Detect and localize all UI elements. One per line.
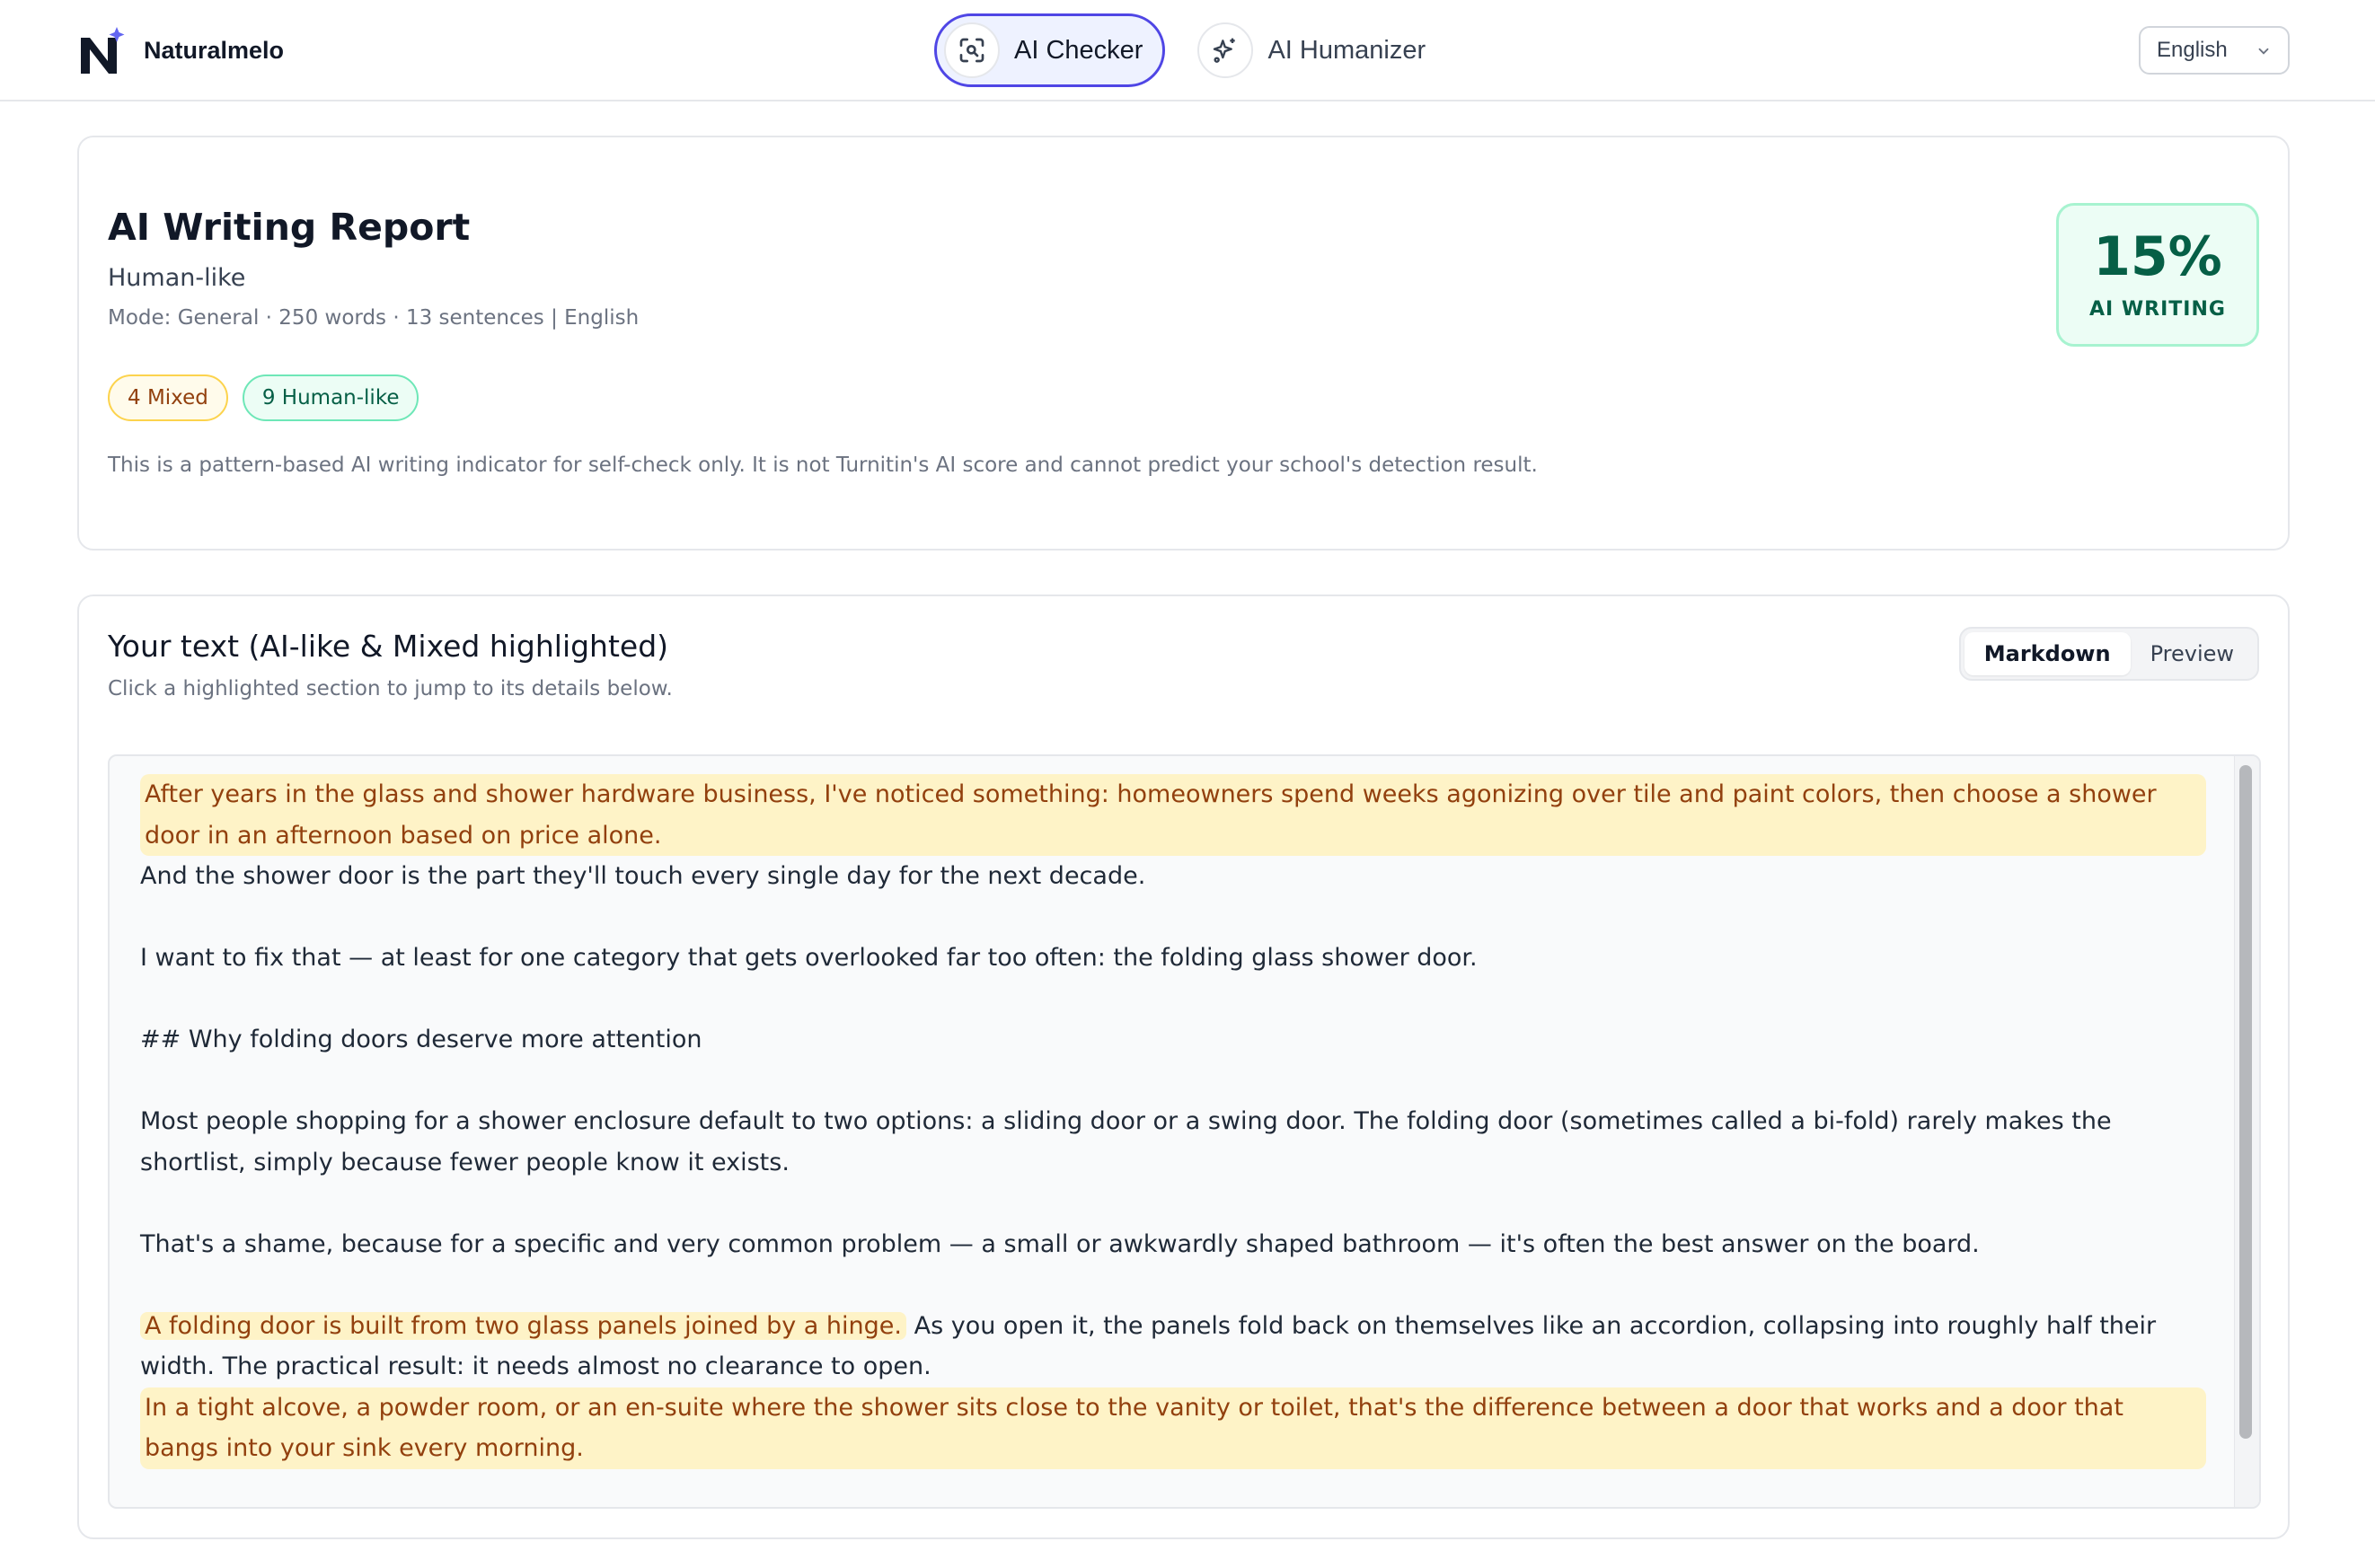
text-card: Your text (AI-like & Mixed highlighted) … bbox=[77, 595, 2290, 1539]
text-paragraph: Most people shopping for a shower enclos… bbox=[140, 1107, 2112, 1176]
markdown-heading: ## Why folding doors deserve more attent… bbox=[140, 1026, 702, 1053]
ai-score-value: 15% bbox=[2093, 225, 2222, 288]
nav-ai-humanizer-label: AI Humanizer bbox=[1267, 35, 1426, 65]
report-title: AI Writing Report bbox=[108, 206, 471, 249]
language-select[interactable]: English bbox=[2139, 26, 2290, 75]
text-section-subtitle: Click a highlighted section to jump to i… bbox=[108, 677, 673, 700]
brand[interactable]: Naturalmelo bbox=[79, 25, 284, 75]
scrollbar-thumb[interactable] bbox=[2239, 765, 2252, 1439]
report-card: AI Writing Report Human-like Mode: Gener… bbox=[77, 136, 2290, 551]
main-nav: AI Checker AI Humanizer bbox=[934, 13, 1470, 87]
text-content: After years in the glass and shower hard… bbox=[140, 774, 2206, 1469]
text-paragraph: That's a shame, because for a specific a… bbox=[140, 1229, 1980, 1258]
ai-score-badge: 15% AI WRITING bbox=[2056, 203, 2259, 347]
result-chips: 4 Mixed 9 Human-like bbox=[108, 374, 433, 421]
mixed-highlight[interactable]: In a tight alcove, a powder room, or an … bbox=[140, 1387, 2206, 1469]
text-paragraph: A folding door is built from two glass p… bbox=[140, 1306, 2206, 1387]
language-value: English bbox=[2157, 38, 2228, 62]
scan-search-icon bbox=[944, 22, 1000, 78]
report-meta: Mode: General · 250 words · 13 sentences… bbox=[108, 306, 640, 330]
sparkles-icon bbox=[1197, 22, 1254, 78]
disclaimer: This is a pattern-based AI writing indic… bbox=[108, 454, 1538, 477]
page: Naturalmelo AI Checker AI Humanizer Engl… bbox=[0, 0, 2375, 1568]
mixed-count-chip[interactable]: 4 Mixed bbox=[108, 374, 228, 421]
nav-ai-humanizer[interactable]: AI Humanizer bbox=[1190, 13, 1445, 87]
ai-score-label: AI WRITING bbox=[2089, 297, 2226, 321]
mixed-highlight[interactable]: After years in the glass and shower hard… bbox=[140, 774, 2206, 856]
nav-ai-checker-label: AI Checker bbox=[1014, 35, 1143, 65]
brand-name: Naturalmelo bbox=[144, 36, 285, 64]
text-section-title: Your text (AI-like & Mixed highlighted) bbox=[108, 629, 669, 664]
chevron-down-icon bbox=[2258, 48, 2269, 55]
text-paragraph: I want to fix that — at least for one ca… bbox=[140, 944, 1478, 972]
text-display[interactable]: After years in the glass and shower hard… bbox=[108, 754, 2261, 1509]
text-line: And the shower door is the part they'll … bbox=[140, 862, 1146, 890]
brand-logo-icon bbox=[79, 25, 126, 75]
nav-ai-checker[interactable]: AI Checker bbox=[934, 13, 1166, 87]
mixed-highlight[interactable]: A folding door is built from two glass p… bbox=[140, 1311, 906, 1340]
top-bar: Naturalmelo AI Checker AI Humanizer Engl… bbox=[0, 0, 2375, 101]
markdown-tab[interactable]: Markdown bbox=[1964, 632, 2131, 675]
view-mode-toggle: Markdown Preview bbox=[1958, 627, 2259, 681]
scrollbar[interactable] bbox=[2234, 756, 2259, 1507]
human-like-count-chip[interactable]: 9 Human-like bbox=[242, 374, 419, 421]
report-verdict: Human-like bbox=[108, 264, 246, 292]
preview-tab[interactable]: Preview bbox=[2131, 632, 2254, 675]
